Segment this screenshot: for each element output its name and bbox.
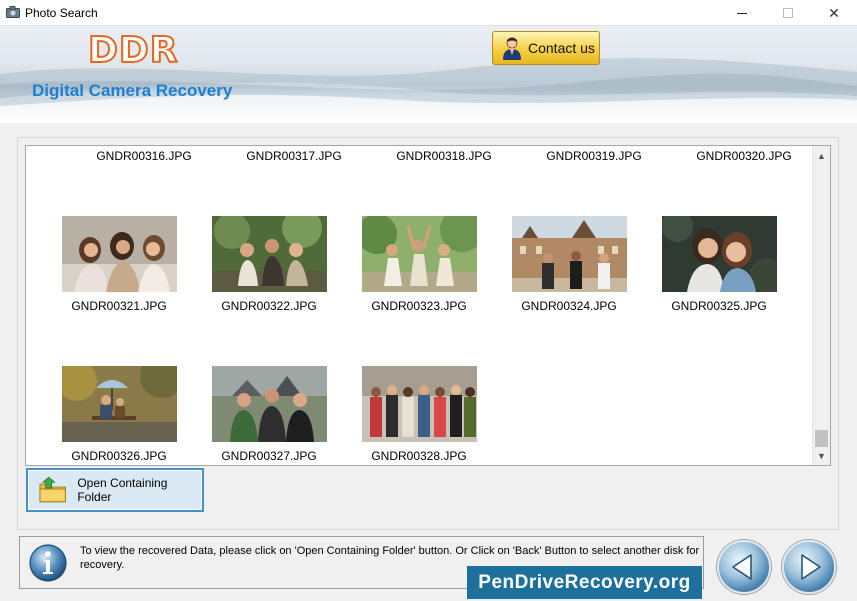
photo-thumbnail[interactable] [62, 366, 177, 442]
maximize-button[interactable] [765, 0, 811, 26]
chevron-down-icon: ▼ [817, 450, 826, 461]
back-button[interactable] [717, 540, 771, 594]
gallery-scrollbar[interactable]: ▲ ▼ [812, 146, 830, 465]
arrow-right-icon [801, 554, 821, 580]
file-name: GNDR00317.JPG [246, 149, 342, 163]
file-name: GNDR00318.JPG [396, 149, 492, 163]
scroll-down-button[interactable]: ▼ [813, 447, 830, 464]
scroll-thumb[interactable] [815, 430, 828, 447]
file-name: GNDR00320.JPG [696, 149, 792, 163]
file-name: GNDR00323.JPG [371, 299, 467, 313]
close-button[interactable]: ✕ [811, 0, 857, 26]
arrow-left-icon [732, 554, 752, 580]
next-button[interactable] [782, 540, 836, 594]
photo-group-with-phones [362, 366, 477, 442]
window-title: Photo Search [25, 6, 98, 20]
file-name: GNDR00326.JPG [71, 449, 167, 463]
photo-people-on-bench-umbrella [62, 366, 177, 442]
photo-thumbnail[interactable] [362, 366, 477, 442]
open-folder-label: Open Containing Folder [77, 476, 168, 504]
photo-men-in-front-of-castle [512, 216, 627, 292]
minimize-button[interactable] [719, 0, 765, 26]
photo-thumbnail[interactable] [362, 216, 477, 292]
chevron-up-icon: ▲ [817, 150, 826, 161]
photo-thumbnail[interactable] [512, 216, 627, 292]
photo-thumbnail[interactable] [62, 216, 177, 292]
scroll-up-button[interactable]: ▲ [813, 147, 830, 164]
file-name: GNDR00322.JPG [221, 299, 317, 313]
watermark-banner: PenDriveRecovery.org [467, 566, 702, 599]
file-name: GNDR00321.JPG [71, 299, 167, 313]
folder-icon [39, 476, 66, 503]
product-subtitle: Digital Camera Recovery [32, 81, 233, 100]
photo-three-men-outdoors [212, 366, 327, 442]
file-name: GNDR00327.JPG [221, 449, 317, 463]
file-name: GNDR00328.JPG [371, 449, 467, 463]
photo-women-sitting-park [212, 216, 327, 292]
photo-two-women-hugging [662, 216, 777, 292]
close-icon: ✕ [828, 4, 840, 21]
app-icon [6, 6, 20, 18]
photo-women-dancing-outdoors [362, 216, 477, 292]
photo-thumbnail[interactable] [662, 216, 777, 292]
open-containing-folder-button[interactable]: Open Containing Folder [26, 468, 204, 512]
header-banner: DDR Digital Camera Recovery Contact us [0, 26, 857, 123]
file-name: GNDR00324.JPG [521, 299, 617, 313]
contact-us-label: Contact us [528, 40, 595, 56]
ddr-logo: DDR [87, 29, 179, 72]
photo-thumbnail[interactable] [212, 366, 327, 442]
photo-gallery[interactable]: GNDR00316.JPG GNDR00317.JPG GNDR00318.JP… [25, 145, 831, 466]
photo-thumbnail[interactable] [212, 216, 327, 292]
minimize-icon [737, 12, 747, 14]
photo-three-women-laughing [62, 216, 177, 292]
title-bar: Photo Search ✕ [0, 0, 857, 26]
maximize-icon [783, 8, 793, 18]
info-icon [29, 544, 67, 582]
file-name: GNDR00325.JPG [671, 299, 767, 313]
file-name: GNDR00319.JPG [546, 149, 642, 163]
file-name: GNDR00316.JPG [96, 149, 192, 163]
person-icon [503, 37, 521, 60]
contact-us-button[interactable]: Contact us [492, 31, 600, 65]
